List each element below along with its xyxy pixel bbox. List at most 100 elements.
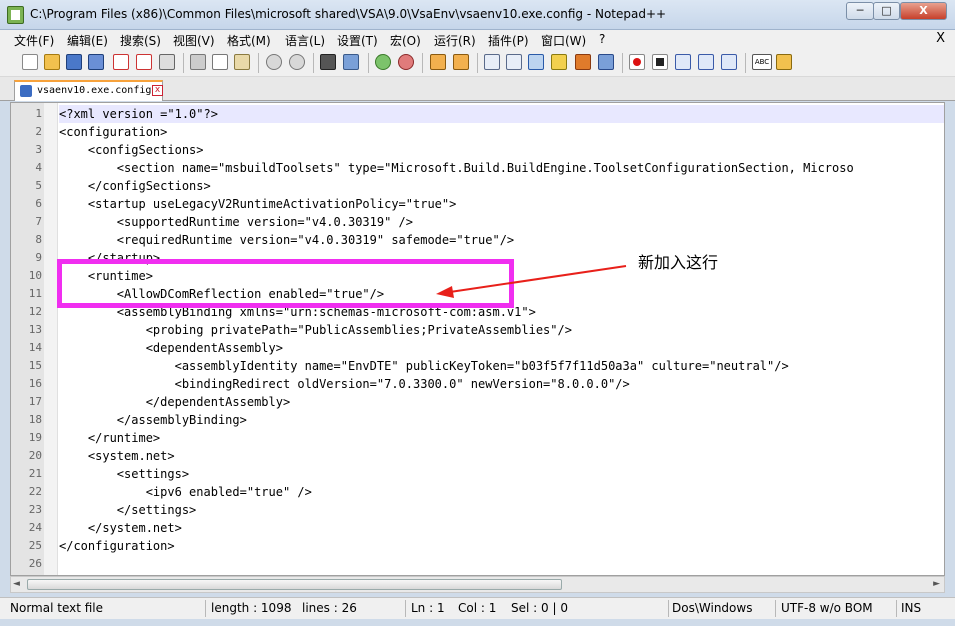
code-area[interactable]: 1 <?xml version ="1.0"?> 2 <configuration> 3… xyxy=(29,105,944,573)
code-line[interactable]: 17 </dependentAssembly> xyxy=(29,393,944,411)
save-all-icon[interactable] xyxy=(88,54,104,70)
zoom-in-icon[interactable] xyxy=(375,54,391,70)
code-line[interactable]: 25 </configuration> xyxy=(29,537,944,555)
print-icon[interactable] xyxy=(159,54,175,70)
menu-window[interactable]: 窗口(W) xyxy=(541,32,586,49)
text-editor[interactable]: 1 <?xml version ="1.0"?> 2 <configuration> 3… xyxy=(10,102,945,576)
open-file-icon[interactable] xyxy=(44,54,60,70)
code-text: <startup useLegacyV2RuntimeActivationPol… xyxy=(59,197,457,211)
code-line[interactable]: 19 </runtime> xyxy=(29,429,944,447)
code-text: <assemblyBinding xmlns="urn:schemas-micr… xyxy=(59,305,536,319)
code-line[interactable]: 10 <runtime> xyxy=(29,267,944,285)
menu-language[interactable]: 语言(L) xyxy=(285,32,325,49)
code-text: <probing privatePath="PublicAssemblies;P… xyxy=(59,323,572,337)
function-list-icon[interactable] xyxy=(575,54,591,70)
menu-settings[interactable]: 设置(T) xyxy=(337,32,378,49)
menu-search[interactable]: 搜索(S) xyxy=(120,32,161,49)
zoom-out-icon[interactable] xyxy=(398,54,414,70)
menu-help[interactable]: ? xyxy=(599,32,605,46)
status-sel: Sel : 0 | 0 xyxy=(511,601,568,615)
line-number: 1 xyxy=(35,107,42,120)
code-line[interactable]: 26 xyxy=(29,555,944,573)
doc-map-icon[interactable] xyxy=(551,54,567,70)
undo-icon[interactable] xyxy=(266,54,282,70)
cut-icon[interactable] xyxy=(190,54,206,70)
play-macro-icon[interactable] xyxy=(675,54,691,70)
code-line[interactable]: 1 <?xml version ="1.0"?> xyxy=(35,105,944,123)
scrollbar-thumb[interactable] xyxy=(27,579,562,590)
code-line[interactable]: 20 <system.net> xyxy=(29,447,944,465)
code-line[interactable]: 9 </startup> xyxy=(35,249,944,267)
code-line[interactable]: 5 </configSections> xyxy=(35,177,944,195)
code-line[interactable]: 3 <configSections> xyxy=(35,141,944,159)
code-line[interactable]: 12 <assemblyBinding xmlns="urn:schemas-m… xyxy=(29,303,944,321)
status-length: length : 1098 xyxy=(211,601,292,615)
code-line[interactable]: 8 <requiredRuntime version="v4.0.30319" … xyxy=(35,231,944,249)
close-all-icon[interactable] xyxy=(136,54,152,70)
line-number: 22 xyxy=(28,485,42,498)
code-text: <bindingRedirect oldVersion="7.0.3300.0"… xyxy=(59,377,630,391)
indent-guide-icon[interactable] xyxy=(528,54,544,70)
menu-view[interactable]: 视图(V) xyxy=(173,32,215,49)
replace-icon[interactable] xyxy=(343,54,359,70)
code-line[interactable]: 6 <startup useLegacyV2RuntimeActivationP… xyxy=(35,195,944,213)
stop-macro-icon[interactable] xyxy=(652,54,668,70)
tab-label: vsaenv10.exe.config xyxy=(37,85,152,96)
code-line[interactable]: 2 <configuration> xyxy=(35,123,944,141)
wrap-icon[interactable] xyxy=(484,54,500,70)
find-icon[interactable] xyxy=(320,54,336,70)
code-line[interactable]: 7 <supportedRuntime version="v4.0.30319"… xyxy=(35,213,944,231)
code-text: <section name="msbuildToolsets" type="Mi… xyxy=(59,161,854,175)
menu-file[interactable]: 文件(F) xyxy=(14,32,54,49)
minimize-button[interactable]: ─ xyxy=(846,2,874,20)
code-line[interactable]: 15 <assemblyIdentity name="EnvDTE" publi… xyxy=(29,357,944,375)
menu-format[interactable]: 格式(M) xyxy=(227,32,271,49)
code-line[interactable]: 22 <ipv6 enabled="true" /> xyxy=(29,483,944,501)
code-text: <settings> xyxy=(59,467,190,481)
code-line[interactable]: 14 <dependentAssembly> xyxy=(29,339,944,357)
code-line[interactable]: 18 </assemblyBinding> xyxy=(29,411,944,429)
menu-macro[interactable]: 宏(O) xyxy=(390,32,421,49)
new-file-icon[interactable] xyxy=(22,54,38,70)
line-number: 2 xyxy=(35,125,42,138)
sync-h-icon[interactable] xyxy=(453,54,469,70)
code-text: <?xml version ="1.0"?> xyxy=(59,107,218,121)
menu-plugins[interactable]: 插件(P) xyxy=(488,32,529,49)
save-icon[interactable] xyxy=(66,54,82,70)
run-macro-multiple-icon[interactable] xyxy=(698,54,714,70)
save-macro-icon[interactable] xyxy=(721,54,737,70)
sync-v-icon[interactable] xyxy=(430,54,446,70)
code-line[interactable]: 21 <settings> xyxy=(29,465,944,483)
tab-vsaenv10-config[interactable]: vsaenv10.exe.config x xyxy=(14,80,163,101)
code-text: </assemblyBinding> xyxy=(59,413,247,427)
scroll-right-icon[interactable]: ► xyxy=(933,579,940,589)
menu-run[interactable]: 运行(R) xyxy=(434,32,476,49)
close-window-button[interactable]: X xyxy=(900,2,947,20)
code-line[interactable]: 24 </system.net> xyxy=(29,519,944,537)
close-file-icon[interactable] xyxy=(113,54,129,70)
code-line[interactable]: 23 </settings> xyxy=(29,501,944,519)
menu-edit[interactable]: 编辑(E) xyxy=(67,32,108,49)
close-document-button[interactable]: X xyxy=(936,31,945,46)
code-line[interactable]: 13 <probing privatePath="PublicAssemblie… xyxy=(29,321,944,339)
paste-icon[interactable] xyxy=(234,54,250,70)
plugin-icon[interactable] xyxy=(776,54,792,70)
copy-icon[interactable] xyxy=(212,54,228,70)
window-title: C:\Program Files (x86)\Common Files\micr… xyxy=(30,7,667,21)
code-text: <requiredRuntime version="v4.0.30319" sa… xyxy=(59,233,515,247)
fold-margin[interactable] xyxy=(44,103,58,575)
maximize-button[interactable]: □ xyxy=(873,2,900,20)
code-line[interactable]: 4 <section name="msbuildToolsets" type="… xyxy=(35,159,944,177)
horizontal-scrollbar[interactable]: ◄ ► xyxy=(10,576,945,593)
all-chars-icon[interactable] xyxy=(506,54,522,70)
spellcheck-icon[interactable]: ABC xyxy=(752,54,772,70)
redo-icon[interactable] xyxy=(289,54,305,70)
code-line[interactable]: 11 <AllowDComReflection enabled="true"/> xyxy=(29,285,944,303)
tab-close-icon[interactable]: x xyxy=(152,85,163,96)
line-number: 26 xyxy=(28,557,42,570)
line-number: 24 xyxy=(28,521,42,534)
folder-workspace-icon[interactable] xyxy=(598,54,614,70)
record-macro-icon[interactable] xyxy=(629,54,645,70)
code-line[interactable]: 16 <bindingRedirect oldVersion="7.0.3300… xyxy=(29,375,944,393)
scroll-left-icon[interactable]: ◄ xyxy=(13,579,20,589)
